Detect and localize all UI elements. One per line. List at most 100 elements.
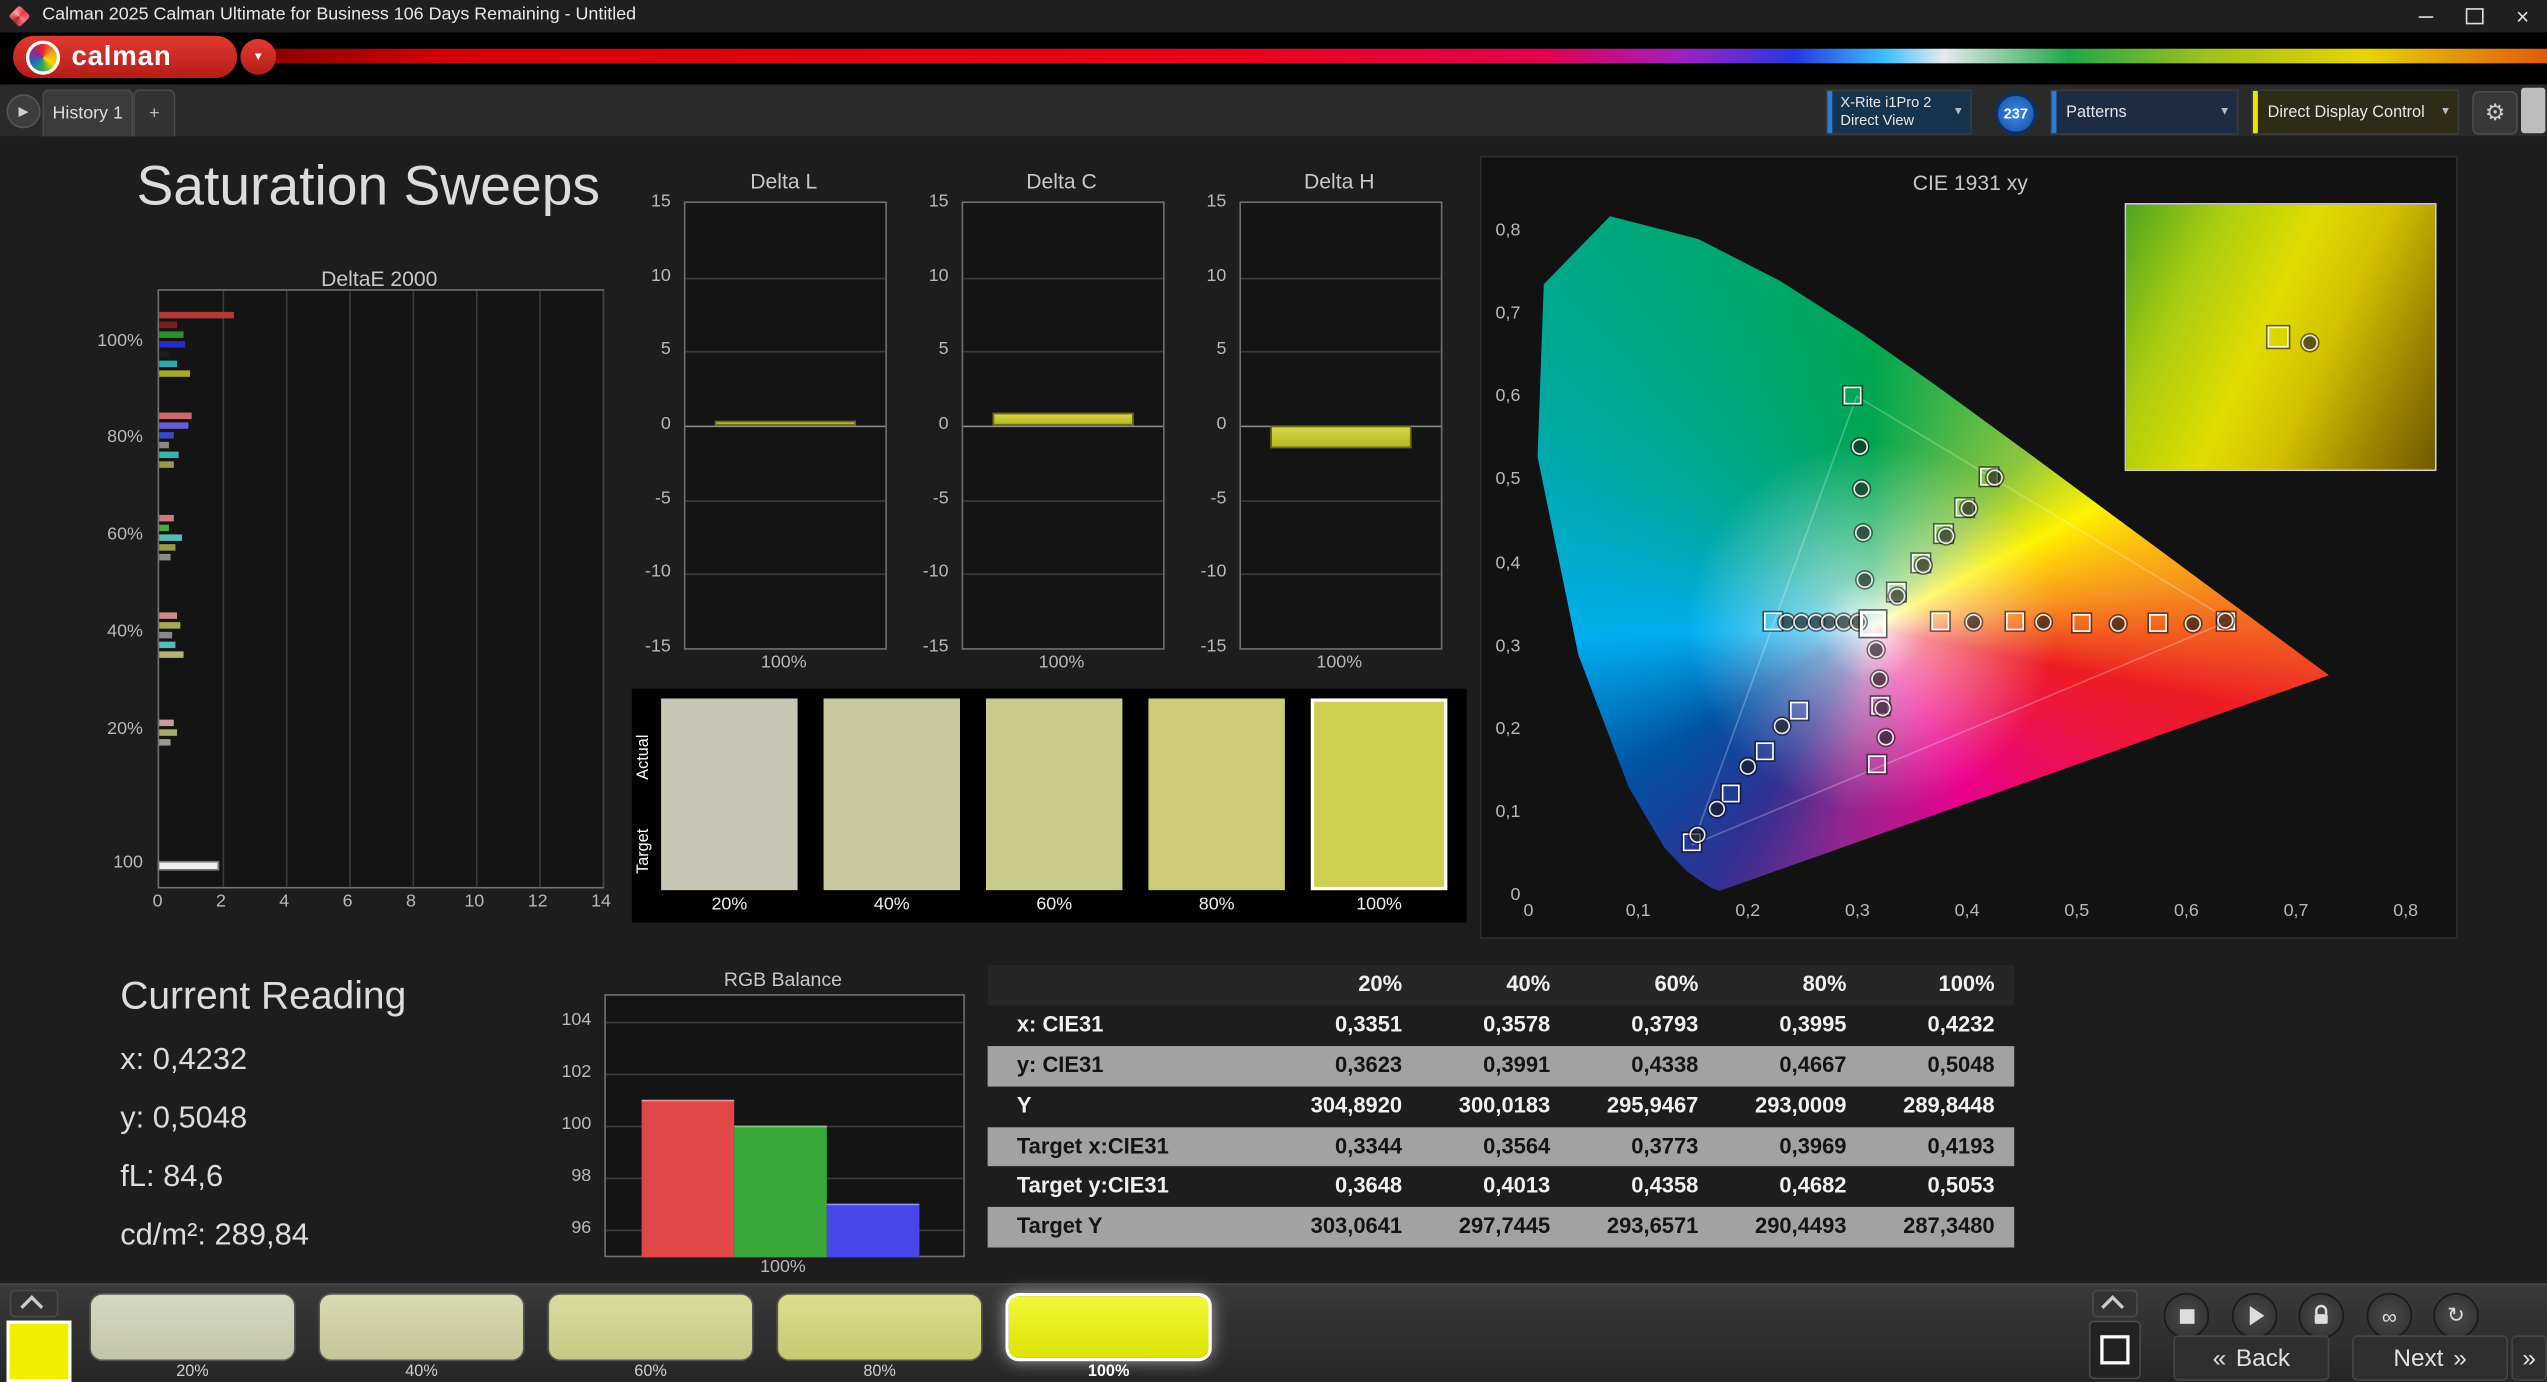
history-nav-button[interactable]: ▶ xyxy=(6,94,41,129)
meter-selector[interactable]: X-Rite i1Pro 2 Direct View ▼ xyxy=(1825,89,1972,135)
tab-history-1[interactable]: History 1 xyxy=(42,89,134,137)
ytick: 0 xyxy=(1216,414,1227,434)
settings-button[interactable]: ⚙ xyxy=(2472,90,2518,135)
lock-icon xyxy=(2314,1304,2328,1324)
rainbow-strip xyxy=(269,48,2547,64)
patch-label: 80% xyxy=(863,1362,896,1381)
deltae-bar xyxy=(159,360,177,368)
ytick: 5 xyxy=(660,340,671,360)
link-button[interactable]: ∞ xyxy=(2366,1292,2413,1339)
table-row-label: x: CIE31 xyxy=(1016,1011,1104,1037)
table-row: y: CIE31 0,3623 0,3991 0,4338 0,4667 0,5048 xyxy=(987,1045,2015,1087)
table-cell: 0,4193 xyxy=(1927,1133,1995,1158)
table-cell: 303,0641 xyxy=(1310,1213,1403,1239)
table-corner-cell xyxy=(988,965,1274,1005)
next-button[interactable]: Next » xyxy=(2352,1335,2509,1381)
table-cell: 0,5048 xyxy=(1927,1052,1995,1077)
meter-name: X-Rite i1Pro 2 xyxy=(1840,94,1932,111)
gridline xyxy=(963,351,1164,354)
pattern-patch-40%[interactable] xyxy=(318,1292,525,1362)
tab-bar: ▶ History 1 + X-Rite i1Pro 2 Direct View… xyxy=(0,84,2547,139)
deltae-row-label: 20% xyxy=(107,719,143,740)
cie-measured-marker xyxy=(1868,641,1885,659)
table-column-header: 100% xyxy=(1938,971,1995,996)
deltae-bar xyxy=(159,729,177,736)
rgb-balance-chart xyxy=(604,994,965,1258)
table-row: x: CIE31 0,3351 0,3578 0,3793 0,3995 0,4232 xyxy=(987,1005,2015,1046)
calman-pinwheel-icon xyxy=(25,39,61,74)
swatch-80% xyxy=(1148,698,1285,891)
pattern-patch-100%[interactable] xyxy=(1005,1292,1212,1362)
play-button[interactable] xyxy=(2231,1292,2278,1339)
pattern-patch-60%[interactable] xyxy=(547,1292,754,1362)
current-reading-heading: Current Reading xyxy=(120,974,407,1019)
back-button[interactable]: « Back xyxy=(2173,1335,2330,1381)
delta_c-bar xyxy=(992,412,1134,426)
cie-chart-panel: CIE 1931 xy 0 0,1 0,2 0,3 0,4 0,5 0,6 0,7 0,8 00… xyxy=(1479,155,2458,939)
cie-target-marker xyxy=(1843,386,1862,405)
refresh-button[interactable]: ↻ xyxy=(2433,1292,2479,1339)
deltae-xticks: 0 2 4 6 8 10 12 14 xyxy=(153,891,611,915)
add-tab-button[interactable]: + xyxy=(133,89,176,137)
table-cell: 290,4493 xyxy=(1755,1213,1847,1239)
chevrons-left-icon: « xyxy=(2212,1344,2227,1372)
patterns-selector[interactable]: Patterns ▼ xyxy=(2049,89,2239,135)
expand-right-button[interactable]: » xyxy=(2511,1335,2547,1381)
window-title: Calman 2025 Calman Ultimate for Business… xyxy=(42,4,637,25)
gridline xyxy=(963,277,1164,279)
deltae-xtick: 4 xyxy=(279,891,290,912)
right-panel-handle[interactable] xyxy=(2521,87,2546,134)
calman-logo-text: calman xyxy=(71,40,172,72)
collapse-right-button[interactable] xyxy=(2092,1289,2138,1318)
gridline xyxy=(685,425,886,428)
gridline xyxy=(685,499,886,502)
delta-h-xlabel: 100% xyxy=(1316,652,1363,673)
chevron-up-icon xyxy=(2101,1294,2125,1318)
table-cell: 0,5053 xyxy=(1927,1173,1995,1198)
deltae-bar xyxy=(159,321,177,329)
table-cell: 0,4338 xyxy=(1631,1052,1699,1077)
pattern-patch-20%[interactable] xyxy=(89,1292,296,1362)
table-cell: 0,3623 xyxy=(1335,1052,1403,1077)
deltae-xtick: 14 xyxy=(591,891,611,912)
delta-h-chart xyxy=(1239,201,1443,650)
ytick: 10 xyxy=(1206,265,1227,286)
logo-menu-button[interactable]: ▼ xyxy=(240,38,277,75)
table-row: Target x:CIE31 0,3344 0,3564 0,3773 0,3969 0,… xyxy=(987,1126,2015,1168)
display-control-selector[interactable]: Direct Display Control ▼ xyxy=(2251,89,2460,135)
gridline xyxy=(605,1021,964,1024)
inset-measured-marker xyxy=(2302,334,2319,351)
cie-measured-marker xyxy=(1889,587,1906,604)
maximize-button[interactable] xyxy=(2450,0,2499,32)
table-cell: 0,4232 xyxy=(1927,1011,1995,1037)
swatch-label: 20% xyxy=(711,895,748,915)
stop-button[interactable] xyxy=(2163,1292,2210,1339)
blue-bar xyxy=(826,1203,920,1258)
measurement-table: 20% 40% 60% 80% 100% x: CIE31 0,3351 0,3578 0,37… xyxy=(987,964,2015,1248)
table-cell: 0,3991 xyxy=(1483,1052,1551,1077)
pattern-window-button[interactable] xyxy=(2088,1320,2141,1380)
ytick: 0 xyxy=(660,414,671,434)
minimize-icon xyxy=(2417,15,2433,18)
reading-y: y: 0,5048 xyxy=(120,1101,248,1136)
delta-h-ylabels: 15 10 5 0 -5 -10 -15 xyxy=(1178,192,1233,657)
deltae-bar xyxy=(159,534,182,541)
calman-logo[interactable]: calman xyxy=(12,35,238,78)
delta-c-title: Delta C xyxy=(1026,168,1097,194)
deltae-bar xyxy=(159,441,169,449)
pattern-patch-80%[interactable] xyxy=(776,1292,983,1362)
table-cell: 300,0183 xyxy=(1458,1092,1551,1118)
patterns-accent xyxy=(2051,90,2057,134)
gridline xyxy=(605,1073,964,1076)
ytick: -10 xyxy=(1200,562,1227,583)
minimize-button[interactable] xyxy=(2401,0,2450,32)
ytick: 5 xyxy=(938,340,949,360)
lock-button[interactable] xyxy=(2298,1292,2344,1339)
close-button[interactable]: × xyxy=(2498,0,2547,32)
patch-label: 40% xyxy=(405,1362,438,1381)
maximize-icon xyxy=(2464,8,2483,25)
cie-measured-marker xyxy=(1966,613,1983,630)
gridline xyxy=(685,573,886,576)
cie-measured-marker xyxy=(1852,438,1869,455)
deltae-bar xyxy=(159,641,176,649)
